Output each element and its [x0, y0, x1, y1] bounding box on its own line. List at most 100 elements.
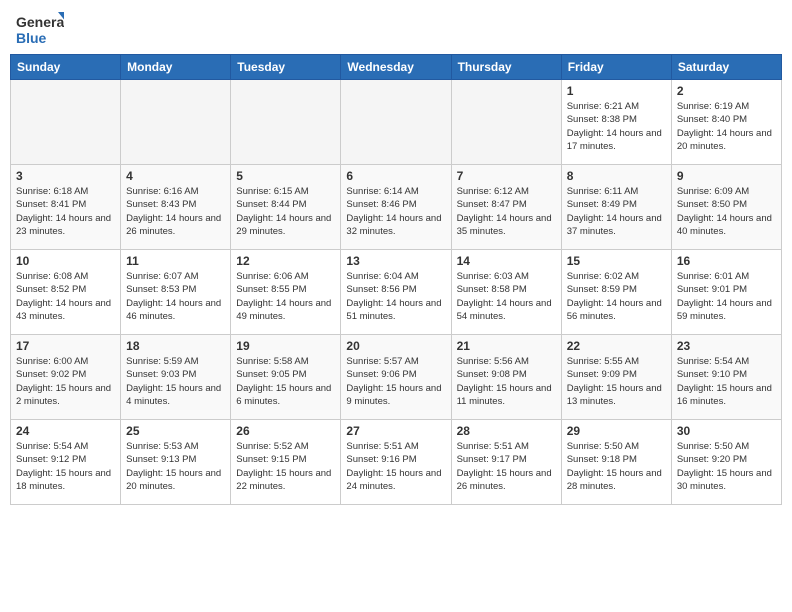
calendar-day-cell: 28 Sunrise: 5:51 AM Sunset: 9:17 PM Dayli… [451, 420, 561, 505]
calendar-day-cell: 1 Sunrise: 6:21 AM Sunset: 8:38 PM Daylig… [561, 80, 671, 165]
day-number: 3 [16, 169, 115, 183]
day-number: 24 [16, 424, 115, 438]
calendar-day-cell: 7Sunrise: 6:12 AM Sunset: 8:47 PM Daylig… [451, 165, 561, 250]
page-header: General Blue [10, 10, 782, 48]
day-info: Sunrise: 6:18 AM Sunset: 8:41 PM Dayligh… [16, 185, 115, 238]
day-number: 5 [236, 169, 335, 183]
calendar-table: SundayMondayTuesdayWednesdayThursdayFrid… [10, 54, 782, 505]
day-number: 28 [457, 424, 556, 438]
calendar-week-row: 17 Sunrise: 6:00 AM Sunset: 9:02 PM Dayli… [11, 335, 782, 420]
day-info: Sunrise: 6:15 AM Sunset: 8:44 PM Dayligh… [236, 185, 335, 238]
day-info: Sunrise: 5:58 AM Sunset: 9:05 PM Dayligh… [236, 355, 335, 408]
calendar-week-row: 3 Sunrise: 6:18 AM Sunset: 8:41 PM Daylig… [11, 165, 782, 250]
day-number: 17 [16, 339, 115, 353]
day-info: Sunrise: 6:08 AM Sunset: 8:52 PM Dayligh… [16, 270, 115, 323]
day-number: 27 [346, 424, 445, 438]
calendar-day-cell: 21Sunrise: 5:56 AM Sunset: 9:08 PM Dayli… [451, 335, 561, 420]
weekday-header: Tuesday [231, 55, 341, 80]
day-info: Sunrise: 6:21 AM Sunset: 8:38 PM Dayligh… [567, 100, 666, 153]
calendar-day-cell: 22 Sunrise: 5:55 AM Sunset: 9:09 PM Dayli… [561, 335, 671, 420]
calendar-day-cell: 30 Sunrise: 5:50 AM Sunset: 9:20 PM Dayli… [671, 420, 781, 505]
day-info: Sunrise: 5:51 AM Sunset: 9:17 PM Dayligh… [457, 440, 556, 493]
day-info: Sunrise: 5:54 AM Sunset: 9:10 PM Dayligh… [677, 355, 776, 408]
day-number: 25 [126, 424, 225, 438]
day-info: Sunrise: 6:01 AM Sunset: 9:01 PM Dayligh… [677, 270, 776, 323]
calendar-header-row: SundayMondayTuesdayWednesdayThursdayFrid… [11, 55, 782, 80]
day-number: 29 [567, 424, 666, 438]
day-number: 2 [677, 84, 776, 98]
day-number: 1 [567, 84, 666, 98]
day-info: Sunrise: 5:50 AM Sunset: 9:18 PM Dayligh… [567, 440, 666, 493]
calendar-week-row: 24 Sunrise: 5:54 AM Sunset: 9:12 PM Dayli… [11, 420, 782, 505]
day-info: Sunrise: 5:50 AM Sunset: 9:20 PM Dayligh… [677, 440, 776, 493]
calendar-day-cell: 5 Sunrise: 6:15 AM Sunset: 8:44 PM Daylig… [231, 165, 341, 250]
calendar-day-cell [341, 80, 451, 165]
calendar-day-cell: 18 Sunrise: 5:59 AM Sunset: 9:03 PM Dayli… [121, 335, 231, 420]
day-info: Sunrise: 5:59 AM Sunset: 9:03 PM Dayligh… [126, 355, 225, 408]
calendar-day-cell: 6 Sunrise: 6:14 AM Sunset: 8:46 PM Daylig… [341, 165, 451, 250]
day-info: Sunrise: 5:54 AM Sunset: 9:12 PM Dayligh… [16, 440, 115, 493]
weekday-header: Friday [561, 55, 671, 80]
calendar-day-cell: 4Sunrise: 6:16 AM Sunset: 8:43 PM Daylig… [121, 165, 231, 250]
calendar-week-row: 1 Sunrise: 6:21 AM Sunset: 8:38 PM Daylig… [11, 80, 782, 165]
calendar-day-cell: 12 Sunrise: 6:06 AM Sunset: 8:55 PM Dayli… [231, 250, 341, 335]
day-number: 9 [677, 169, 776, 183]
day-number: 26 [236, 424, 335, 438]
day-info: Sunrise: 6:03 AM Sunset: 8:58 PM Dayligh… [457, 270, 556, 323]
day-number: 30 [677, 424, 776, 438]
weekday-header: Sunday [11, 55, 121, 80]
weekday-header: Thursday [451, 55, 561, 80]
day-number: 18 [126, 339, 225, 353]
weekday-header: Monday [121, 55, 231, 80]
svg-text:General: General [16, 14, 64, 30]
day-info: Sunrise: 5:57 AM Sunset: 9:06 PM Dayligh… [346, 355, 445, 408]
day-info: Sunrise: 6:02 AM Sunset: 8:59 PM Dayligh… [567, 270, 666, 323]
calendar-day-cell [11, 80, 121, 165]
calendar-day-cell [231, 80, 341, 165]
calendar-day-cell: 26 Sunrise: 5:52 AM Sunset: 9:15 PM Dayli… [231, 420, 341, 505]
calendar-day-cell: 23 Sunrise: 5:54 AM Sunset: 9:10 PM Dayli… [671, 335, 781, 420]
day-info: Sunrise: 5:52 AM Sunset: 9:15 PM Dayligh… [236, 440, 335, 493]
svg-text:Blue: Blue [16, 30, 47, 46]
day-number: 8 [567, 169, 666, 183]
day-number: 11 [126, 254, 225, 268]
calendar-day-cell: 29 Sunrise: 5:50 AM Sunset: 9:18 PM Dayli… [561, 420, 671, 505]
weekday-header: Wednesday [341, 55, 451, 80]
day-number: 6 [346, 169, 445, 183]
calendar-day-cell: 17 Sunrise: 6:00 AM Sunset: 9:02 PM Dayli… [11, 335, 121, 420]
calendar-day-cell [121, 80, 231, 165]
calendar-day-cell: 3 Sunrise: 6:18 AM Sunset: 8:41 PM Daylig… [11, 165, 121, 250]
day-info: Sunrise: 6:07 AM Sunset: 8:53 PM Dayligh… [126, 270, 225, 323]
calendar-day-cell: 27 Sunrise: 5:51 AM Sunset: 9:16 PM Dayli… [341, 420, 451, 505]
day-info: Sunrise: 5:51 AM Sunset: 9:16 PM Dayligh… [346, 440, 445, 493]
calendar-day-cell [451, 80, 561, 165]
logo: General Blue [14, 10, 64, 48]
calendar-day-cell: 20 Sunrise: 5:57 AM Sunset: 9:06 PM Dayli… [341, 335, 451, 420]
day-number: 20 [346, 339, 445, 353]
day-info: Sunrise: 5:56 AM Sunset: 9:08 PM Dayligh… [457, 355, 556, 408]
logo-svg: General Blue [14, 10, 64, 48]
day-number: 14 [457, 254, 556, 268]
day-info: Sunrise: 6:06 AM Sunset: 8:55 PM Dayligh… [236, 270, 335, 323]
calendar-day-cell: 25 Sunrise: 5:53 AM Sunset: 9:13 PM Dayli… [121, 420, 231, 505]
calendar-day-cell: 8Sunrise: 6:11 AM Sunset: 8:49 PM Daylig… [561, 165, 671, 250]
day-info: Sunrise: 6:14 AM Sunset: 8:46 PM Dayligh… [346, 185, 445, 238]
day-info: Sunrise: 6:12 AM Sunset: 8:47 PM Dayligh… [457, 185, 556, 238]
day-number: 23 [677, 339, 776, 353]
calendar-day-cell: 10Sunrise: 6:08 AM Sunset: 8:52 PM Dayli… [11, 250, 121, 335]
day-number: 4 [126, 169, 225, 183]
calendar-day-cell: 15 Sunrise: 6:02 AM Sunset: 8:59 PM Dayli… [561, 250, 671, 335]
calendar-week-row: 10Sunrise: 6:08 AM Sunset: 8:52 PM Dayli… [11, 250, 782, 335]
day-number: 15 [567, 254, 666, 268]
day-info: Sunrise: 6:00 AM Sunset: 9:02 PM Dayligh… [16, 355, 115, 408]
day-number: 22 [567, 339, 666, 353]
day-number: 19 [236, 339, 335, 353]
calendar-day-cell: 16Sunrise: 6:01 AM Sunset: 9:01 PM Dayli… [671, 250, 781, 335]
day-info: Sunrise: 5:55 AM Sunset: 9:09 PM Dayligh… [567, 355, 666, 408]
calendar-day-cell: 2Sunrise: 6:19 AM Sunset: 8:40 PM Daylig… [671, 80, 781, 165]
day-number: 12 [236, 254, 335, 268]
calendar-day-cell: 13Sunrise: 6:04 AM Sunset: 8:56 PM Dayli… [341, 250, 451, 335]
calendar-day-cell: 11 Sunrise: 6:07 AM Sunset: 8:53 PM Dayli… [121, 250, 231, 335]
day-info: Sunrise: 6:09 AM Sunset: 8:50 PM Dayligh… [677, 185, 776, 238]
day-info: Sunrise: 5:53 AM Sunset: 9:13 PM Dayligh… [126, 440, 225, 493]
